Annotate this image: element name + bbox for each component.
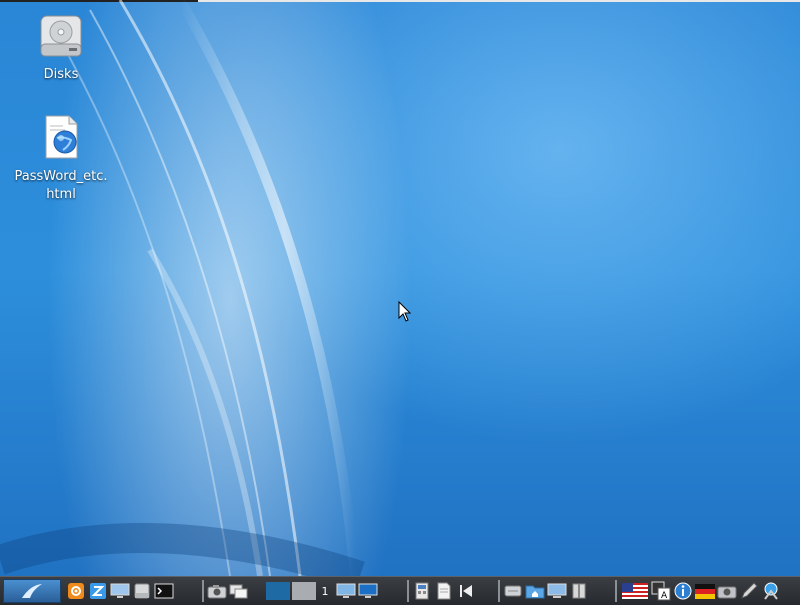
start-menu-button[interactable] — [3, 579, 61, 603]
computer-icon[interactable] — [547, 581, 567, 601]
media-back-icon[interactable] — [456, 581, 476, 601]
launcher-group-3 — [336, 580, 380, 602]
disks-label: Disks — [43, 67, 79, 82]
html-file-label-line1: PassWord_etc. — [14, 169, 108, 184]
workspace-2[interactable] — [292, 582, 316, 600]
workspace-number: 1 — [321, 584, 329, 598]
us-flag-icon[interactable] — [621, 581, 649, 601]
launcher-group-5 — [503, 580, 591, 602]
taskbar-separator — [615, 580, 617, 602]
html-file-desktop-icon[interactable]: PassWord_etc. html — [11, 114, 111, 204]
taskbar-separator — [407, 580, 409, 602]
start-menu-icon — [3, 579, 61, 603]
launcher-group-2 — [207, 580, 251, 602]
windows-icon[interactable] — [229, 581, 249, 601]
taskbar-separator — [202, 580, 204, 602]
svg-text:A: A — [661, 591, 668, 601]
drive-icon[interactable] — [503, 581, 523, 601]
monitor-icon[interactable] — [358, 581, 378, 601]
launcher-group-4 — [412, 580, 478, 602]
keyboard-layout-icon[interactable]: A — [651, 581, 671, 601]
panel-icon[interactable] — [569, 581, 589, 601]
launcher-group-1 — [66, 580, 176, 602]
hard-disk-icon — [11, 12, 111, 64]
taskbar: 1 A — [0, 576, 800, 605]
terminal-icon[interactable] — [154, 581, 174, 601]
mouse-cursor-icon — [398, 300, 412, 327]
network-icon[interactable] — [761, 581, 781, 601]
html-file-icon — [11, 114, 111, 166]
file-manager-icon[interactable] — [88, 581, 108, 601]
disks-desktop-icon[interactable]: Disks — [11, 12, 111, 84]
workspace-switcher: 1 — [266, 580, 332, 602]
wallpaper-swoosh — [0, 0, 365, 576]
german-flag-icon[interactable] — [695, 581, 715, 601]
document-icon[interactable] — [434, 581, 454, 601]
desktop-icon[interactable] — [110, 581, 130, 601]
system-tray: A — [621, 580, 783, 602]
screenshot-icon[interactable] — [717, 581, 737, 601]
disk-icon[interactable] — [132, 581, 152, 601]
calculator-icon[interactable] — [412, 581, 432, 601]
pen-icon[interactable] — [739, 581, 759, 601]
display-icon[interactable] — [336, 581, 356, 601]
workspace-1[interactable] — [266, 582, 290, 600]
taskbar-separator — [498, 580, 500, 602]
info-icon[interactable] — [673, 581, 693, 601]
html-file-label-line2: html — [46, 187, 76, 202]
camera-icon[interactable] — [207, 581, 227, 601]
top-edge-line — [0, 0, 800, 2]
settings-icon[interactable] — [66, 581, 86, 601]
home-folder-icon[interactable] — [525, 581, 545, 601]
